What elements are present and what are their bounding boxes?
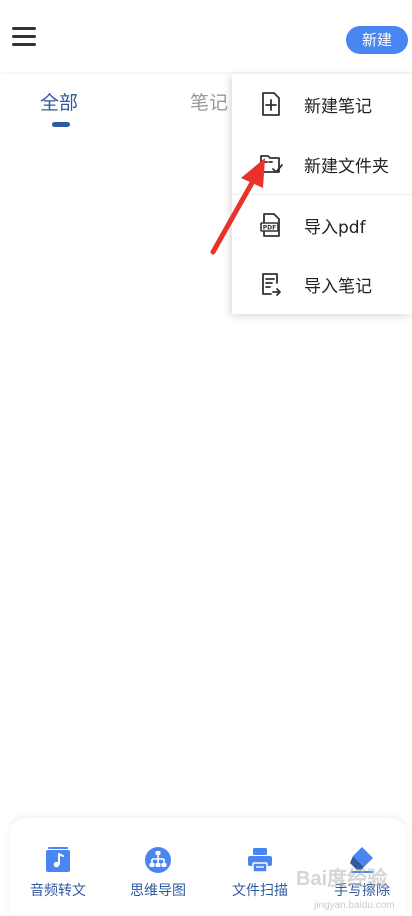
active-tab-indicator [52, 122, 70, 127]
menu-item-label: 导入笔记 [304, 277, 372, 297]
menu-item-import-note[interactable]: 导入笔记 [232, 254, 412, 314]
mind-map-icon [145, 847, 171, 873]
annotation-arrow-icon [210, 158, 265, 255]
menu-item-label: 新建文件夹 [304, 157, 389, 177]
import-note-icon [262, 273, 281, 296]
tool-file-scan[interactable]: 文件扫描 [215, 846, 305, 906]
tool-label: 文件扫描 [232, 883, 288, 899]
tab-notes[interactable]: 笔记 [190, 88, 228, 115]
menu-item-label: 导入pdf [304, 218, 366, 238]
new-note-icon [262, 92, 280, 116]
new-button[interactable]: 新建 [346, 26, 408, 54]
tool-label: 音频转文 [30, 883, 86, 899]
tool-label: 思维导图 [130, 883, 186, 899]
hamburger-menu-icon[interactable] [10, 22, 40, 52]
tab-all[interactable]: 全部 [40, 88, 78, 115]
menu-item-label: 新建笔记 [304, 97, 372, 117]
app-screen: 新建 全部 笔记 新建笔记 新建文件夹 PDF 导入pdf 导入笔记 音频转文 … [0, 0, 412, 916]
watermark-url: jingyan.baidu.com [314, 900, 395, 911]
tool-mind-map[interactable]: 思维导图 [113, 846, 203, 906]
audio-transcribe-icon [46, 847, 70, 872]
watermark: Bai度经验 [296, 868, 388, 890]
top-bar: 新建 [0, 0, 412, 72]
tool-audio-transcribe[interactable]: 音频转文 [13, 846, 103, 906]
scanner-icon [248, 848, 272, 873]
menu-item-new-note[interactable]: 新建笔记 [232, 74, 412, 134]
